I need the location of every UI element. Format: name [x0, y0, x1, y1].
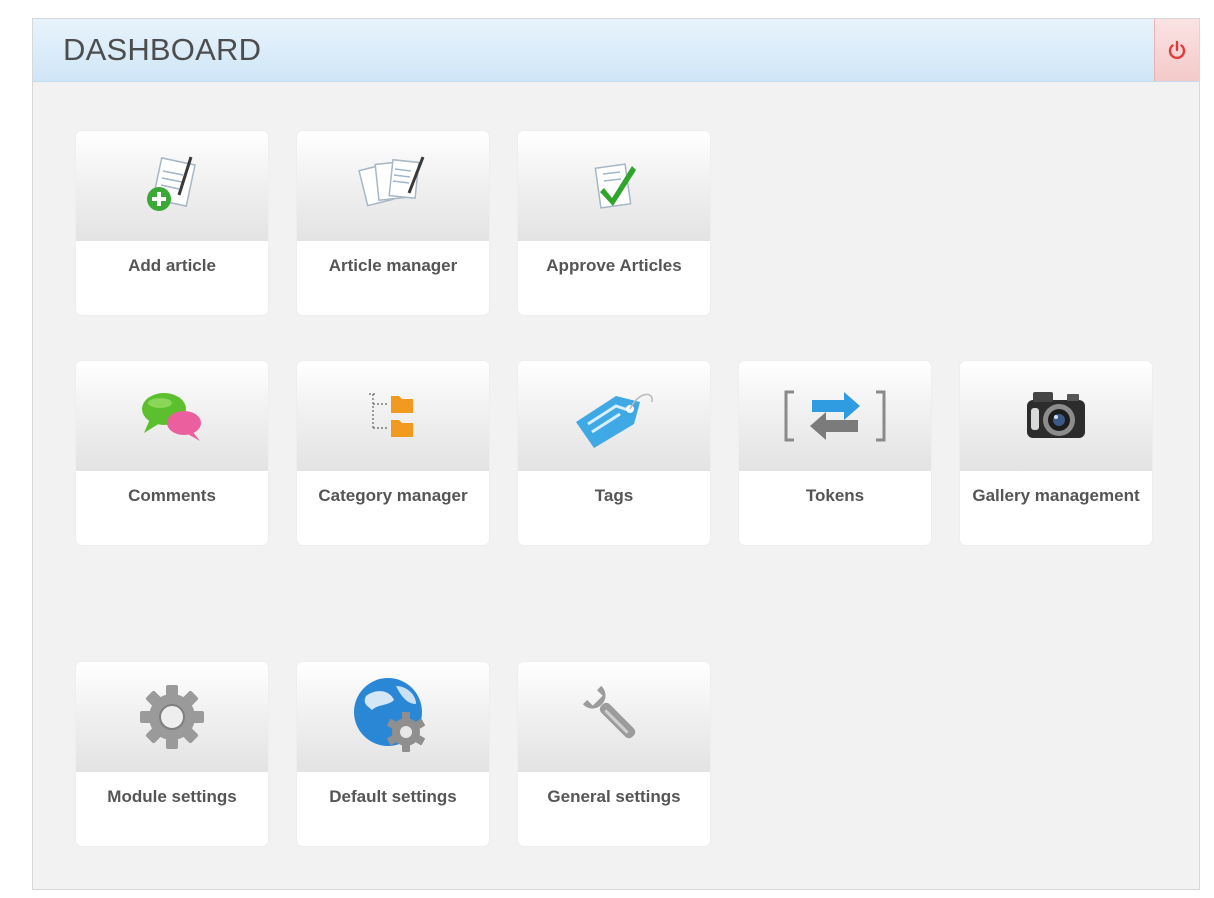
documents-icon [358, 156, 425, 207]
tile-tokens[interactable]: Tokens [739, 361, 931, 545]
approve-check-icon [594, 163, 636, 209]
tile-label: Module settings [107, 787, 237, 806]
tile-label: Approve Articles [546, 256, 682, 275]
page-title: DASHBOARD [63, 32, 262, 67]
tag-icon [576, 393, 653, 448]
tile-article-manager[interactable]: Article manager [297, 131, 489, 315]
dashboard-panel: DASHBOARD Add article Article manager Ap… [32, 18, 1200, 890]
tile-tags[interactable]: Tags [518, 361, 710, 545]
tile-label: Article manager [328, 256, 458, 275]
tile-label: Tags [594, 486, 634, 505]
speech-bubbles-icon [142, 393, 201, 441]
dashboard-header: DASHBOARD [33, 19, 1199, 82]
tile-default-settings[interactable]: Default settings [297, 662, 489, 846]
tile-label: Tokens [805, 486, 865, 505]
tile-label: Add article [128, 256, 216, 275]
tile-label: Category manager [318, 486, 468, 505]
gear-icon [140, 685, 204, 749]
tile-label: General settings [547, 787, 681, 806]
add-article-icon [147, 156, 196, 211]
tile-label: Default settings [329, 787, 457, 806]
exchange-arrows-icon [784, 390, 886, 442]
tile-label: Comments [128, 486, 216, 505]
tile-general-settings[interactable]: General settings [518, 662, 710, 846]
tile-gallery-management[interactable]: Gallery management [960, 361, 1152, 545]
folder-tree-icon [369, 393, 413, 437]
wrench-icon [582, 685, 636, 739]
tile-category-manager[interactable]: Category manager [297, 361, 489, 545]
globe-gear-icon [354, 678, 425, 752]
logout-button[interactable] [1154, 19, 1199, 81]
tile-module-settings[interactable]: Module settings [76, 662, 268, 846]
tile-add-article[interactable]: Add article [76, 131, 268, 315]
tile-label: Gallery management [972, 486, 1140, 505]
camera-icon [1027, 392, 1085, 438]
tile-comments[interactable]: Comments [76, 361, 268, 545]
tile-approve-articles[interactable]: Approve Articles [518, 131, 710, 315]
power-icon [1168, 40, 1186, 60]
